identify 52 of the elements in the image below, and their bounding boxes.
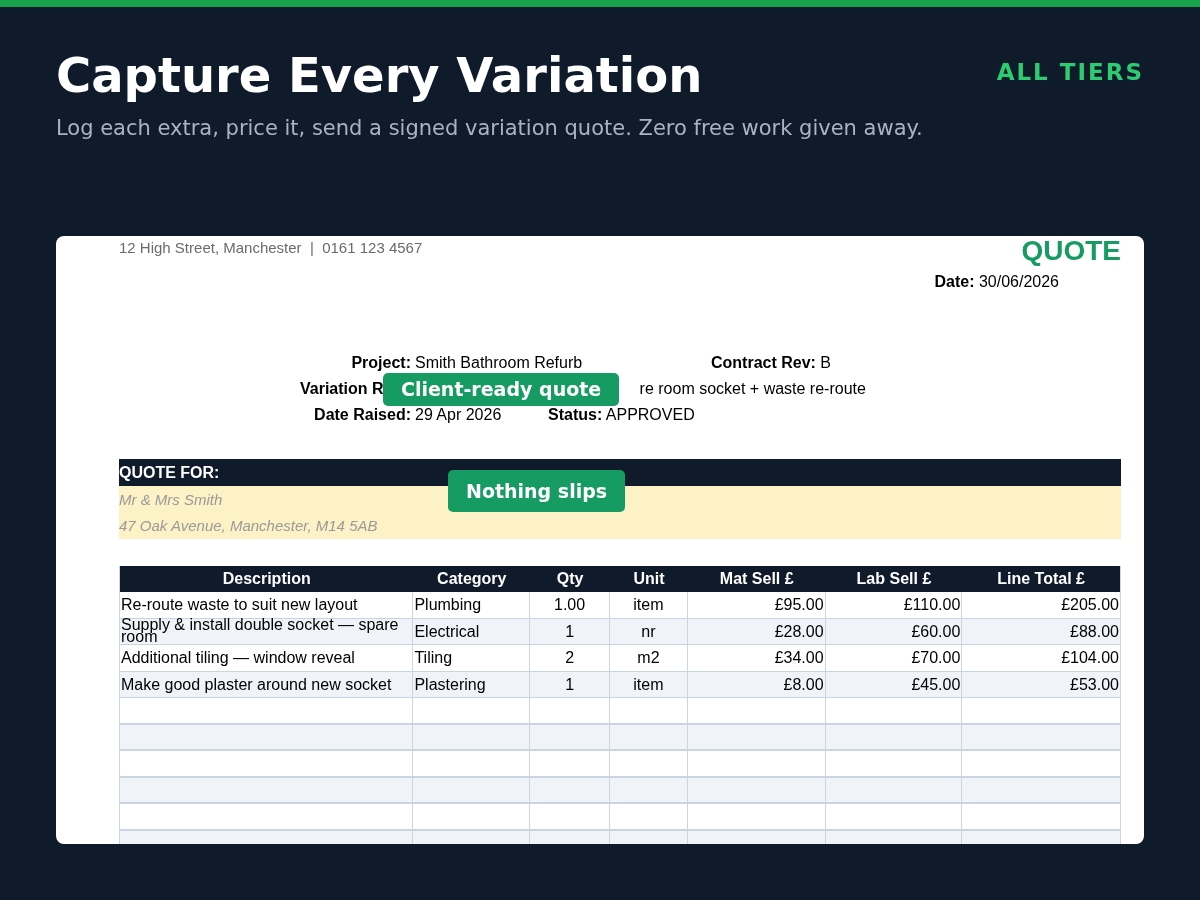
table-cell: Re-route waste to suit new layout xyxy=(120,592,414,618)
document-title: QUOTE xyxy=(1021,236,1121,266)
table-cell: m2 xyxy=(610,645,688,671)
date-raised-label: Date Raised: xyxy=(313,405,411,425)
project-label: Project: xyxy=(350,353,411,373)
table-cell-text: £205.00 xyxy=(1060,595,1120,615)
table-cell: nr xyxy=(610,618,688,644)
table-cell: 1 xyxy=(530,671,610,697)
variation-description: re room socket + waste re-route xyxy=(639,379,866,399)
date-raised-value: 29 Apr 2026 xyxy=(414,405,503,425)
contract-revision: Contract Rev: B xyxy=(711,353,832,373)
table-cell-text: £53.00 xyxy=(1069,674,1120,695)
table-cell: £28.00 xyxy=(687,618,826,644)
column-header: Description xyxy=(221,569,312,589)
column-header: Line Total £ xyxy=(996,569,1086,589)
page-subtitle: Log each extra, price it, send a signed variation quote. Zero free work given away. xyxy=(56,115,924,142)
client-detail-line: 47 Oak Avenue, Manchester, M14 5AB xyxy=(119,516,378,536)
table-cell: Additional tiling — window reveal xyxy=(120,645,414,671)
table-cell: £45.00 xyxy=(825,671,963,697)
column-header: Mat Sell £ xyxy=(718,569,795,589)
client-detail-line: Mr & Mrs Smith xyxy=(119,490,223,510)
column-header: Qty xyxy=(555,569,585,589)
table-cell: Plumbing xyxy=(413,592,531,618)
table-cell: Tiling xyxy=(413,645,531,671)
table-cell: £34.00 xyxy=(687,645,826,671)
table-cell: Supply & install double socket — spare room xyxy=(120,618,414,644)
table-cell-text: £88.00 xyxy=(1069,621,1120,642)
column-header: Category xyxy=(436,569,508,589)
quote-date: Date: 30/06/2026 xyxy=(934,272,1059,292)
table-cell: 1 xyxy=(530,618,610,644)
page-title: Capture Every Variation xyxy=(56,46,704,105)
status: Status: APPROVED xyxy=(548,405,695,425)
callout-badge: Client-ready quote xyxy=(383,373,620,406)
table-cell: Plastering xyxy=(413,671,531,697)
variation-label: Variation R xyxy=(300,379,384,399)
table-cell: item xyxy=(610,592,688,618)
table-cell: £70.00 xyxy=(825,645,963,671)
table-cell: Make good plaster around new socket xyxy=(120,671,414,697)
column-header: Lab Sell £ xyxy=(855,569,933,589)
table-cell: £8.00 xyxy=(687,671,826,697)
table-cell: 1.00 xyxy=(530,592,610,618)
table-cell: item xyxy=(610,671,688,697)
project-value: Smith Bathroom Refurb xyxy=(414,353,584,373)
table-cell-text: £104.00 xyxy=(1060,648,1120,668)
tier-label: ALL TIERS xyxy=(996,58,1144,87)
column-header: Unit xyxy=(632,569,666,589)
table-cell: 2 xyxy=(530,645,610,671)
table-cell: £95.00 xyxy=(687,592,826,618)
company-address: 12 High Street, Manchester | 0161 123 4567 xyxy=(119,238,423,258)
table-cell: £60.00 xyxy=(825,618,963,644)
table-cell: Electrical xyxy=(413,618,531,644)
table-cell: £110.00 xyxy=(825,592,963,618)
